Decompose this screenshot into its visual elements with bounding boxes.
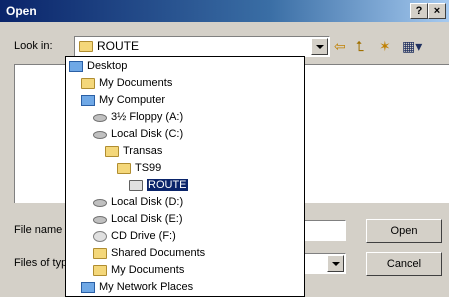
- floppy-icon: [93, 113, 107, 122]
- disk-icon: [93, 198, 107, 207]
- cancel-button[interactable]: Cancel: [366, 252, 442, 276]
- files-of-type-combo[interactable]: [300, 253, 346, 274]
- tree-item-my-network-places[interactable]: My Network Places: [81, 280, 193, 295]
- folder-open-icon: [129, 180, 143, 191]
- files-of-type-dropdown-arrow[interactable]: [327, 255, 344, 272]
- tree-item-route[interactable]: ROUTE: [129, 178, 188, 193]
- title-bar: Open ? ×: [0, 0, 449, 22]
- close-button[interactable]: ×: [428, 3, 446, 19]
- tree-item-shared-documents[interactable]: Shared Documents: [93, 246, 205, 261]
- tree-item-my-computer[interactable]: My Computer: [81, 93, 165, 108]
- look-in-combo[interactable]: ROUTE: [74, 36, 330, 57]
- tree-item-local-disk-e[interactable]: Local Disk (E:): [93, 212, 183, 227]
- file-name-input[interactable]: [300, 220, 346, 241]
- disk-icon: [93, 130, 107, 139]
- views-menu-icon[interactable]: ▦▾: [402, 38, 422, 55]
- tree-item-my-documents-2[interactable]: My Documents: [93, 263, 184, 278]
- tree-item-cd-drive[interactable]: CD Drive (F:): [93, 229, 176, 244]
- cd-icon: [93, 231, 107, 242]
- open-button[interactable]: Open: [366, 219, 442, 243]
- files-of-type-label: Files of typ: [14, 257, 68, 269]
- computer-icon: [81, 95, 95, 106]
- folder-icon: [105, 146, 119, 157]
- network-icon: [81, 282, 95, 293]
- file-name-label: File name: [14, 224, 63, 236]
- look-in-dropdown-arrow[interactable]: [311, 38, 328, 55]
- folder-icon: [81, 78, 95, 89]
- disk-icon: [93, 215, 107, 224]
- new-folder-icon[interactable]: ✶: [379, 38, 391, 55]
- tree-item-ts99[interactable]: TS99: [117, 161, 161, 176]
- desktop-icon: [69, 61, 83, 72]
- window-title: Open: [6, 4, 37, 18]
- tree-item-my-documents[interactable]: My Documents: [81, 76, 172, 91]
- help-button[interactable]: ?: [410, 3, 428, 19]
- tree-item-desktop[interactable]: Desktop: [69, 59, 127, 74]
- back-icon[interactable]: ⇦: [334, 38, 346, 55]
- tree-item-transas[interactable]: Transas: [105, 144, 162, 159]
- up-folder-icon[interactable]: ⮤: [356, 38, 364, 55]
- look-in-value: ROUTE: [97, 39, 139, 53]
- folder-icon: [93, 265, 107, 276]
- tree-item-floppy[interactable]: 3½ Floppy (A:): [93, 110, 183, 125]
- tree-item-local-disk-d[interactable]: Local Disk (D:): [93, 195, 183, 210]
- look-in-dropdown-list[interactable]: Desktop My Documents My Computer 3½ Flop…: [65, 56, 305, 297]
- folder-icon: [117, 163, 131, 174]
- folder-icon: [79, 41, 93, 52]
- look-in-label: Look in:: [14, 40, 53, 52]
- folder-icon: [93, 248, 107, 259]
- tree-item-local-disk-c[interactable]: Local Disk (C:): [93, 127, 183, 142]
